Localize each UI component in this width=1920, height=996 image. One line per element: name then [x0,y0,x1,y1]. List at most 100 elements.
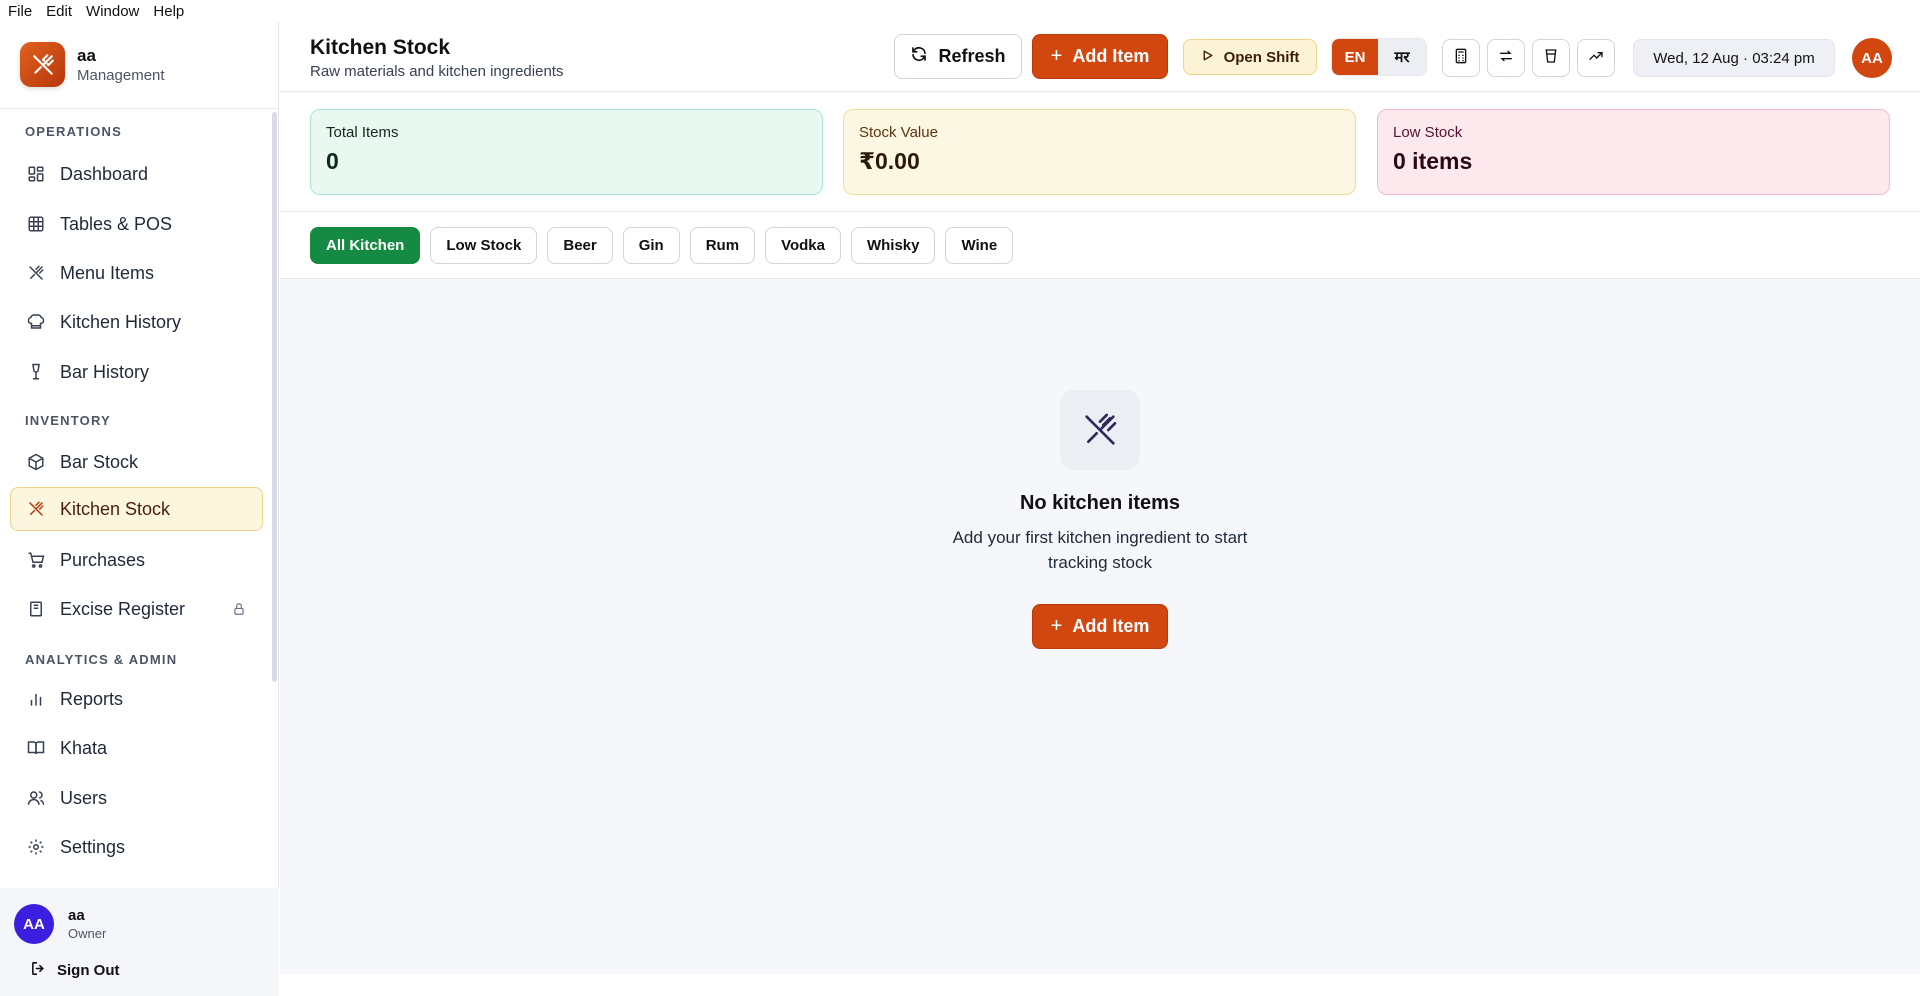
sidebar-item-purchases[interactable]: Purchases [10,538,263,582]
sidebar-item-label: Khata [60,737,108,758]
stats-row: Total Items 0 Stock Value ₹0.00 Low Stoc… [280,93,1920,211]
add-item-label: Add Item [1072,46,1150,66]
refresh-icon [910,45,928,68]
add-item-button[interactable]: + Add Item [1032,34,1168,79]
sidebar-scrollbar[interactable] [272,112,277,682]
sidebar-item-settings[interactable]: Settings [10,825,263,869]
open-shift-label: Open Shift [1223,48,1300,66]
avatar[interactable]: AA [1852,38,1892,78]
filter-chip-low-stock[interactable]: Low Stock [430,227,538,264]
empty-state-description: Add your first kitchen ingredient to sta… [952,528,1248,572]
filter-chip-beer[interactable]: Beer [547,227,613,264]
user-name: aa [68,907,85,924]
filter-chip-wine[interactable]: Wine [945,227,1014,264]
sidebar-item-label: Menu Items [60,262,155,283]
sign-out-icon [30,960,47,981]
menu-help[interactable]: Help [153,3,184,20]
sidebar-item-label: Excise Register [60,598,186,619]
glass-icon [1543,48,1559,69]
stat-label: Low Stock [1393,124,1463,141]
wine-glass-icon [26,362,46,382]
play-icon [1201,49,1214,66]
sidebar-item-reports[interactable]: Reports [10,677,263,721]
sidebar-item-label: Dashboard [60,163,149,184]
language-toggle: EN मर [1331,38,1427,76]
header: Kitchen Stock Raw materials and kitchen … [280,22,1920,92]
sidebar-item-kitchen-stock[interactable]: Kitchen Stock [10,487,263,531]
calculator-button[interactable] [1442,39,1480,77]
datetime-display: Wed, 12 Aug · 03:24 pm [1633,39,1835,77]
refresh-button[interactable]: Refresh [894,34,1022,79]
user-profile[interactable]: AA aa Owner [14,904,106,944]
sidebar-item-khata[interactable]: Khata [10,726,263,770]
bar-chart-icon [26,689,46,709]
stat-label: Total Items [326,124,399,141]
section-title-inventory: INVENTORY [25,413,111,428]
sidebar-item-label: Tables & POS [60,213,173,234]
sidebar-item-bar-history[interactable]: Bar History [10,350,263,394]
calculator-icon [1453,48,1469,69]
plus-icon: + [1050,45,1063,67]
cart-icon [26,550,46,570]
add-item-button[interactable]: + Add Item [1032,604,1168,649]
filter-chip-all-kitchen[interactable]: All Kitchen [310,227,421,264]
open-shift-button[interactable]: Open Shift [1183,39,1317,75]
grid-icon [26,164,46,184]
filter-chip-gin[interactable]: Gin [622,227,680,264]
stat-value: 0 [326,148,339,174]
stat-label: Stock Value [859,124,938,141]
empty-state-title: No kitchen items [1019,492,1181,514]
page-title: Kitchen Stock [310,36,451,59]
chef-hat-icon [26,312,46,332]
stat-value: ₹0.00 [859,148,920,174]
stat-card-total-items: Total Items 0 [310,109,823,195]
sidebar-item-bar-stock[interactable]: Bar Stock [10,440,263,484]
section-title-analytics-admin: ANALYTICS & ADMIN [25,652,178,667]
menu-edit[interactable]: Edit [46,3,72,20]
open-book-icon [26,738,46,758]
filter-chip-rum[interactable]: Rum [689,227,756,264]
transfer-button[interactable] [1487,39,1525,77]
app-menubar: File Edit Window Help [0,0,1920,22]
sidebar-item-excise-register[interactable]: Excise Register [10,587,263,631]
sidebar-item-kitchen-history[interactable]: Kitchen History [10,300,263,344]
lock-icon [232,601,246,622]
sidebar-item-users[interactable]: Users [10,776,263,820]
add-item-label: Add Item [1072,616,1150,636]
sidebar-item-label: Settings [60,836,126,857]
brand-subtitle: Management [77,66,165,84]
filter-chip-vodka[interactable]: Vodka [765,227,841,264]
avatar: AA [14,904,54,944]
filter-chip-whisky[interactable]: Whisky [850,227,936,264]
main-content: Kitchen Stock Raw materials and kitchen … [280,22,1920,974]
sidebar-item-label: Kitchen History [60,311,182,332]
sidebar-item-dashboard[interactable]: Dashboard [10,152,263,196]
sidebar-item-label: Reports [60,688,124,709]
box-icon [26,452,46,472]
sidebar-item-label: Users [60,787,108,808]
sign-out-button[interactable]: Sign Out [30,960,120,981]
lang-en-button[interactable]: EN [1332,39,1378,75]
arrows-swap-icon [1498,48,1514,69]
sidebar-item-menu-items[interactable]: Menu Items [10,251,263,295]
menu-file[interactable]: File [8,3,32,20]
user-panel: AA aa Owner Sign Out [0,888,279,996]
glass-button[interactable] [1532,39,1570,77]
sidebar-item-label: Bar Stock [60,451,139,472]
sign-out-label: Sign Out [57,962,120,979]
sidebar-item-label: Purchases [60,549,146,570]
sidebar-divider [0,108,279,109]
sidebar-item-tables-pos[interactable]: Tables & POS [10,202,263,246]
stat-card-low-stock: Low Stock 0 items [1377,109,1890,195]
trends-button[interactable] [1577,39,1615,77]
lang-mr-button[interactable]: मर [1378,39,1426,75]
brand[interactable]: aa Management [20,42,165,87]
gear-icon [26,837,46,857]
refresh-label: Refresh [938,46,1006,66]
trending-up-icon [1588,48,1604,69]
menu-window[interactable]: Window [86,3,139,20]
utensils-icon [26,499,46,519]
section-title-operations: OPERATIONS [25,124,122,139]
users-icon [26,788,46,808]
plus-icon: + [1050,615,1063,637]
